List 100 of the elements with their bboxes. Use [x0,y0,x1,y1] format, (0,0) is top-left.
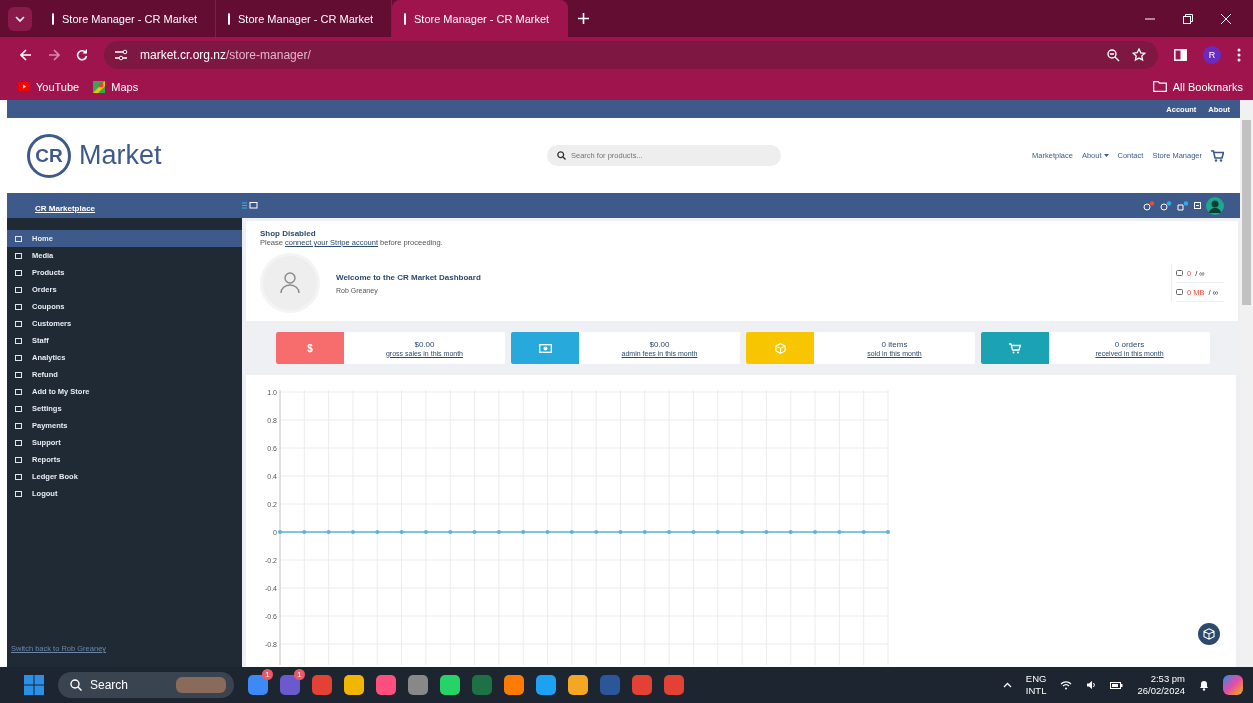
more-menu-icon[interactable] [1237,48,1241,62]
data-point [618,530,623,534]
data-point [667,530,672,534]
menu-item-icon [15,473,22,480]
copilot-icon[interactable] [1223,675,1243,695]
star-icon[interactable] [1132,48,1146,62]
wifi-icon[interactable] [1060,680,1073,690]
restore-icon[interactable] [1183,13,1193,24]
search-highlight-picture [176,677,226,693]
data-point [764,530,769,534]
menu-item-icon [15,456,22,463]
battery-icon[interactable] [1110,680,1124,690]
data-point [861,530,866,534]
notice-title: Shop Disabled [260,229,317,238]
bookmark-link[interactable]: Maps [93,80,139,93]
notification-badge: 1 [294,669,305,680]
data-point [813,530,818,534]
data-point [496,530,501,534]
menu-icon[interactable] [242,202,258,209]
search-icon [70,679,82,691]
site-logo[interactable]: CR Market [27,133,547,178]
data-point [545,530,550,534]
tab-search-button[interactable] [8,6,32,31]
data-point [642,530,647,534]
taskbar-app-icon[interactable] [248,675,268,695]
taskbar-app-icon[interactable] [504,675,524,695]
site-settings-icon[interactable] [114,49,128,61]
data-point [788,530,793,534]
taskbar-app-icon[interactable] [440,675,460,695]
scrollbar-thumb[interactable] [1242,120,1251,305]
profile-avatar[interactable]: R [1203,46,1221,64]
map-pin-icon [93,80,106,93]
data-point [302,530,307,534]
dollar-sign: $ [307,342,313,354]
taskbar-app-icon[interactable] [568,675,588,695]
windows-start-icon[interactable] [24,675,44,695]
data-point [326,530,331,534]
taskbar-app-icon[interactable] [376,675,396,695]
bookmark-link[interactable]: YouTube [18,80,80,93]
cube-icon [1203,628,1215,640]
zoom-out-icon[interactable] [1107,48,1120,62]
new-tab-icon[interactable] [578,13,589,24]
data-point [350,530,355,534]
system-clock[interactable]: 2:53 pm 26/02/2024 [1137,673,1185,697]
taskbar-app-icon[interactable] [408,675,428,695]
browser-tab[interactable]: Store Manager - CR Market [392,0,568,37]
address-bar[interactable]: market.cr.org.nz/store-manager/ [104,41,1158,69]
notification-badge: 1 [262,669,273,680]
data-point [691,530,696,534]
forward-arrow-icon[interactable] [48,49,60,61]
data-point [886,530,890,534]
taskbar-app-icon[interactable] [344,675,364,695]
user-avatar-icon[interactable] [1206,196,1224,215]
box-icon [774,342,786,354]
video-play-icon [18,82,30,91]
menu-item-icon [15,320,22,327]
all-bookmarks-button[interactable]: All Bookmarks [1152,80,1243,93]
menu-item-icon [15,405,22,412]
data-point [837,530,842,534]
menu-item-icon [15,490,22,497]
reload-icon[interactable] [76,49,88,61]
inbox-icon[interactable] [1194,202,1201,209]
data-point [569,530,574,534]
data-point [375,530,380,534]
data-point [472,530,477,534]
menu-item-icon [15,269,22,276]
data-point [399,530,404,534]
back-arrow-icon[interactable] [20,49,32,61]
stat-value: 0 orders [1114,339,1145,349]
folder-icon [1152,81,1167,92]
menu-item-icon [15,422,22,429]
taskbar-app-icon[interactable] [280,675,300,695]
side-panel-icon[interactable] [1174,49,1187,61]
menu-item-icon [15,252,22,259]
taskbar-app-icon[interactable] [632,675,652,695]
cart-icon[interactable] [1211,149,1224,162]
welcome-heading: Welcome to the CR Market Dashboard [336,272,481,282]
taskbar-search[interactable]: Search [58,672,234,698]
data-point [448,530,453,534]
taskbar-app-icon[interactable] [312,675,332,695]
bell-icon[interactable] [1199,679,1209,691]
data-point [278,530,282,534]
notification-icon[interactable] [1177,200,1189,211]
chevron-up-icon[interactable] [1002,682,1012,688]
taskbar-app-icon[interactable] [664,675,684,695]
store-link[interactable]: CR Marketplace [35,203,96,213]
data-point [521,530,526,534]
notification-icon[interactable] [1160,200,1172,211]
stat-value: $0.00 [649,339,670,349]
taskbar-app-icon[interactable] [536,675,556,695]
url-text: market.cr.org.nz/store-manager/ [140,48,311,62]
language-indicator[interactable]: ENG INTL [1025,673,1047,697]
notification-icon[interactable] [1143,200,1155,211]
close-icon[interactable] [1221,13,1231,24]
menu-item-icon [15,235,22,242]
stat-value: $0.00 [414,339,435,349]
menu-item-icon [15,388,22,395]
search-icon [557,151,566,160]
speaker-icon[interactable] [1086,680,1097,690]
cart-icon [1009,342,1021,354]
